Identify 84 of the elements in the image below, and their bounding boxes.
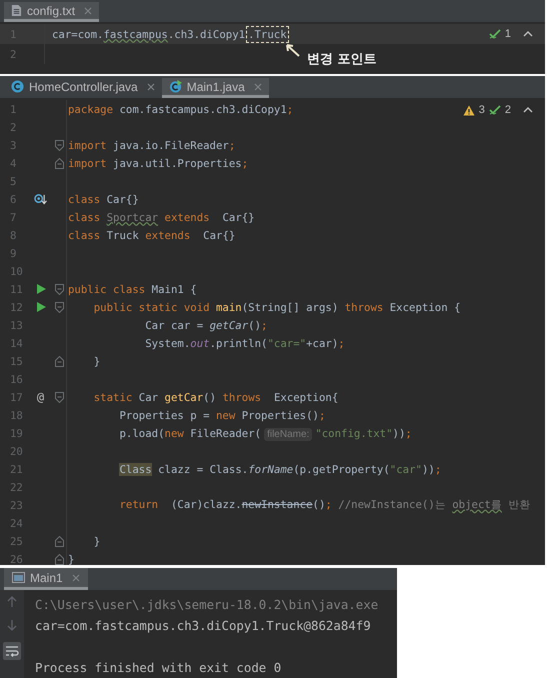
editor-tab[interactable]: HomeController.java [4, 78, 162, 98]
fold-icon[interactable] [55, 536, 64, 546]
line-number: 18 [9, 408, 24, 422]
arrow-down-icon[interactable] [7, 619, 17, 631]
code-line: } [92, 534, 100, 548]
line-number: 15 [9, 354, 24, 368]
editor-tab[interactable]: Main1.java [162, 78, 269, 98]
arrow-up-icon[interactable] [7, 596, 17, 608]
code-line: } [67, 552, 74, 565]
line-number: 9 [9, 246, 18, 260]
fold-icon[interactable] [55, 302, 64, 312]
line-number: 12 [9, 300, 24, 314]
code-line: public class Main1 { [67, 282, 197, 296]
line-number: 11 [9, 282, 24, 296]
line-number: 17 [9, 390, 24, 404]
run-tab[interactable]: Main1 [4, 568, 88, 590]
callout-label: 변경 포인트 [307, 51, 377, 68]
line-number: 2 [9, 120, 18, 134]
line-number: 14 [9, 336, 24, 350]
code-line: class Truck extends Car{} [67, 228, 236, 242]
close-icon[interactable] [84, 6, 92, 14]
code-line: static Car getCar() throws Exception{ [92, 390, 338, 404]
fold-icon[interactable] [55, 140, 64, 150]
code-line: Class clazz = Class.forName(p.getProperty("car")); [118, 462, 442, 476]
code-line: class Car{} [67, 192, 139, 206]
code-line: Car car = getCar(); [144, 318, 268, 332]
line-number: 25 [9, 534, 24, 548]
code-line: import java.util.Properties; [67, 156, 248, 170]
editor-tab[interactable]: config.txt [4, 2, 100, 22]
soft-wrap-icon[interactable] [3, 642, 21, 660]
check-icon [488, 105, 501, 115]
code-line: p.load(new FileReader( fileName: "config.txt")); [118, 426, 412, 440]
caret-up-icon[interactable] [523, 107, 533, 113]
text-file-icon [11, 4, 22, 17]
line-number: 8 [9, 228, 18, 242]
caret-up-icon[interactable] [523, 31, 533, 37]
callout-arrow [285, 43, 301, 57]
line-number: 3 [9, 138, 18, 152]
line-number: 26 [9, 552, 24, 565]
line-number: 6 [9, 192, 18, 206]
line-number: 1 [9, 102, 18, 116]
code-line: import java.io.FileReader; [67, 138, 236, 152]
console-icon [12, 572, 25, 583]
code-line: Properties p = new Properties(); [118, 408, 326, 422]
fold-icon[interactable] [55, 284, 64, 294]
fold-icon[interactable] [55, 392, 64, 402]
line-number: 13 [9, 318, 24, 332]
line-number: 22 [9, 480, 24, 494]
code-line: car=com.fastcampus.ch3.diCopy1 .Truck [51, 28, 287, 40]
warning-icon [462, 104, 475, 116]
line-number: 24 [9, 516, 24, 530]
line-number: 19 [9, 426, 24, 440]
console-line: Process finished with exit code 0 [35, 659, 282, 677]
check-icon [488, 29, 501, 39]
line-number: 5 [9, 174, 18, 188]
close-icon[interactable] [254, 82, 262, 90]
code-line: package com.fastcampus.ch3.diCopy1; [67, 102, 294, 116]
runnable-class-icon [168, 80, 182, 93]
fold-icon[interactable] [55, 554, 64, 564]
check-count: 2 [504, 104, 511, 116]
code-line: class Sportcar extends Car{} [67, 210, 255, 224]
line-number: 4 [9, 156, 18, 170]
console-line: C:\Users\user\.jdks\semeru-18.0.2\bin\java.exe [35, 596, 378, 614]
code-line: } [92, 354, 100, 368]
code-line: return (Car)clazz.newInstance(); //newInstance()는 object를 반환 [118, 498, 530, 512]
line-number: 2 [0, 44, 45, 64]
gutter-marker[interactable]: @ [36, 390, 44, 404]
line-number: 23 [9, 498, 24, 512]
console-line: car=com.fastcampus.ch3.diCopy1.Truck@862a84f9 [35, 617, 372, 635]
code-line: System.out.println("car="+car); [144, 336, 345, 350]
close-icon[interactable] [72, 574, 80, 582]
fold-icon[interactable] [55, 158, 64, 168]
line-number: 16 [9, 372, 24, 386]
code-line: public static void main(String[] args) throws Exception { [92, 300, 461, 314]
warning-count: 3 [478, 104, 485, 116]
check-count: 1 [504, 28, 511, 40]
implemented-icon[interactable] [34, 194, 47, 204]
class-icon [11, 80, 24, 93]
line-number: 21 [9, 462, 24, 476]
close-icon[interactable] [146, 82, 155, 90]
fold-icon[interactable] [55, 356, 64, 366]
line-number: 10 [9, 264, 24, 278]
line-number: 20 [9, 444, 24, 458]
line-number: 7 [9, 210, 18, 224]
